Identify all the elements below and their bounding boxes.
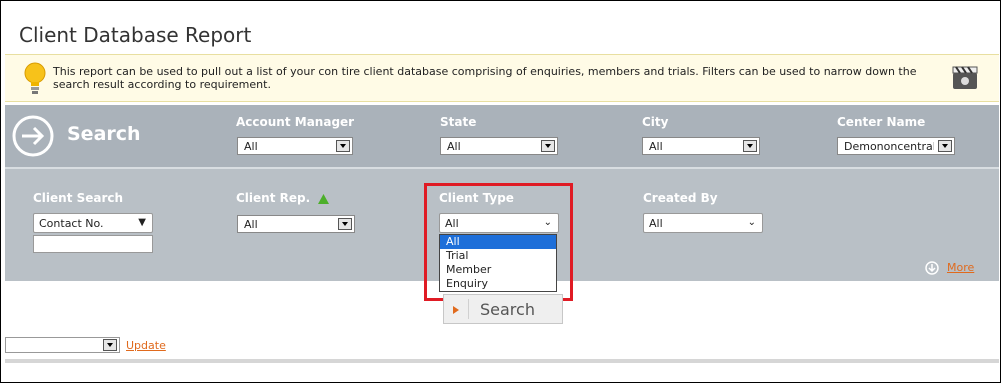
center-name-label: Center Name (837, 115, 926, 129)
down-arrow-circle-icon (925, 261, 939, 275)
notice-text: This report can be used to pull out a li… (53, 65, 917, 91)
client-search-input[interactable] (33, 235, 153, 253)
bottom-divider (5, 359, 999, 363)
created-by-select[interactable]: All ⌄ (643, 213, 763, 233)
client-type-option[interactable]: Enquiry (440, 277, 556, 291)
chevron-down-icon[interactable] (938, 140, 952, 152)
play-triangle-icon (453, 306, 459, 314)
account-manager-select[interactable]: All (237, 137, 353, 155)
chevron-down-icon[interactable] (743, 140, 757, 152)
video-clapper-icon[interactable] (951, 63, 979, 91)
chevron-down-icon[interactable] (336, 140, 350, 152)
more-link[interactable]: More (947, 261, 974, 274)
account-manager-label: Account Manager (236, 115, 355, 129)
panel-divider (5, 167, 999, 169)
created-by-value: All (649, 217, 663, 230)
city-label: City (642, 115, 669, 129)
lightbulb-icon (24, 62, 46, 94)
state-select[interactable]: All (440, 137, 558, 155)
search-title: Search (67, 123, 141, 145)
chevron-down-icon: ⌄ (747, 217, 756, 228)
client-rep-value: All (244, 218, 258, 231)
search-button-label: Search (480, 300, 535, 319)
update-link[interactable]: Update (126, 339, 166, 352)
chevron-down-icon: ▼ (138, 217, 146, 228)
chevron-down-icon[interactable] (338, 218, 352, 230)
client-search-label: Client Search (33, 191, 124, 205)
chevron-down-icon[interactable] (541, 140, 555, 152)
page-title: Client Database Report (19, 23, 252, 47)
center-name-value: Demononcentral (844, 140, 934, 153)
up-triangle-icon (318, 193, 330, 204)
created-by-label: Created By (643, 191, 718, 205)
client-search-select[interactable]: Contact No. ▼ (33, 213, 153, 233)
chevron-down-icon[interactable] (103, 339, 117, 351)
client-rep-label-text: Client Rep. (236, 191, 311, 205)
client-type-option[interactable]: All (440, 235, 556, 249)
client-search-value: Contact No. (39, 217, 104, 230)
city-select[interactable]: All (642, 137, 760, 155)
button-separator (468, 299, 469, 319)
arrow-right-circle-icon (12, 115, 54, 157)
state-label: State (440, 115, 477, 129)
state-value: All (447, 140, 461, 153)
client-type-option[interactable]: Member (440, 263, 556, 277)
center-name-select[interactable]: Demononcentral (837, 137, 955, 155)
bulk-action-select[interactable] (5, 337, 120, 353)
report-page: Client Database Report This report can b… (0, 0, 1001, 383)
client-rep-label: Client Rep. (236, 191, 330, 205)
account-manager-value: All (244, 140, 258, 153)
notice-banner: This report can be used to pull out a li… (5, 54, 999, 102)
client-type-option[interactable]: Trial (440, 249, 556, 263)
city-value: All (649, 140, 663, 153)
client-rep-select[interactable]: All (237, 215, 355, 233)
search-button[interactable]: Search (443, 294, 563, 324)
client-type-options[interactable]: All Trial Member Enquiry (439, 234, 557, 292)
